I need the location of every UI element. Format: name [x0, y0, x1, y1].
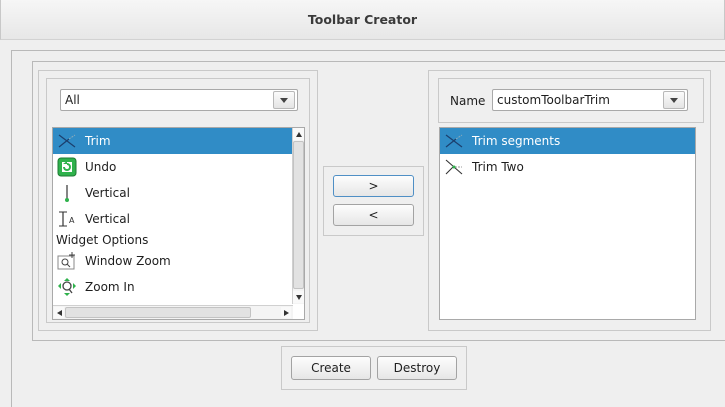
- vertical-scrollbar[interactable]: [292, 128, 304, 304]
- zoom-in-icon: [57, 277, 77, 297]
- list-item-trim-segments[interactable]: Trim segments: [440, 128, 695, 154]
- arrow-down-icon: [295, 294, 302, 300]
- chevron-down-icon: [670, 97, 678, 103]
- list-item-trim[interactable]: Trim: [53, 128, 304, 154]
- arrow-left-icon: [56, 309, 62, 316]
- toolbar-name-value: customToolbarTrim: [497, 93, 610, 107]
- add-to-toolbar-button[interactable]: >: [333, 175, 414, 197]
- list-item-trim-two[interactable]: Trim Two: [440, 154, 695, 180]
- vertical-dimension-icon: A: [57, 209, 77, 229]
- toolbar-items-list[interactable]: Trim segments Trim Two: [439, 127, 696, 320]
- arrow-up-icon: [295, 131, 302, 137]
- list-item-label: Undo: [85, 160, 117, 174]
- available-tools-list[interactable]: Trim Undo Vertical A Vertical Widget Opt…: [52, 127, 305, 320]
- trim-icon: [57, 131, 77, 151]
- horizontal-scrollbar[interactable]: [53, 305, 293, 319]
- trim-segments-icon: [444, 131, 464, 151]
- scrollbar-thumb[interactable]: [293, 141, 304, 289]
- svg-text:A: A: [69, 216, 75, 225]
- list-item-undo[interactable]: Undo: [53, 154, 304, 180]
- scroll-up-arrow[interactable]: [293, 128, 304, 140]
- create-button[interactable]: Create: [291, 356, 371, 380]
- list-item-vertical-dimension[interactable]: A Vertical: [53, 206, 304, 232]
- arrow-right-icon: [283, 309, 289, 316]
- remove-from-toolbar-button[interactable]: <: [333, 204, 414, 226]
- group-header-widget-options: Widget Options: [56, 233, 149, 247]
- window-zoom-icon: [57, 251, 77, 271]
- scroll-down-arrow[interactable]: [293, 291, 304, 303]
- destroy-button[interactable]: Destroy: [377, 356, 457, 380]
- trim-two-icon: [444, 157, 464, 177]
- scroll-right-arrow[interactable]: [281, 307, 291, 318]
- toolbar-name-dropdown-button[interactable]: [663, 91, 685, 109]
- list-item-label: Zoom In: [85, 280, 135, 294]
- name-label: Name: [450, 94, 486, 108]
- window-title-bar: Toolbar Creator: [0, 0, 725, 40]
- list-item-label: Trim Two: [472, 160, 524, 174]
- vertical-line-icon: [57, 183, 77, 203]
- window-title: Toolbar Creator: [307, 12, 418, 27]
- list-item-label: Vertical: [85, 212, 130, 226]
- list-item-label: Trim: [85, 134, 111, 148]
- list-item-window-zoom[interactable]: Window Zoom: [53, 248, 304, 274]
- hscrollbar-thumb[interactable]: [65, 307, 251, 318]
- chevron-down-icon: [280, 97, 288, 103]
- list-item-label: Window Zoom: [85, 254, 171, 268]
- filter-combo-dropdown-button[interactable]: [273, 91, 295, 109]
- list-item-label: Trim segments: [472, 134, 561, 148]
- list-item-zoom-in[interactable]: Zoom In: [53, 274, 304, 300]
- undo-icon: [57, 157, 77, 177]
- list-item-vertical[interactable]: Vertical: [53, 180, 304, 206]
- toolbar-name-combo[interactable]: customToolbarTrim: [492, 89, 688, 111]
- scroll-left-arrow[interactable]: [54, 307, 64, 318]
- filter-combo-value: All: [65, 93, 80, 107]
- filter-combo[interactable]: All: [60, 89, 298, 111]
- list-item-label: Vertical: [85, 186, 130, 200]
